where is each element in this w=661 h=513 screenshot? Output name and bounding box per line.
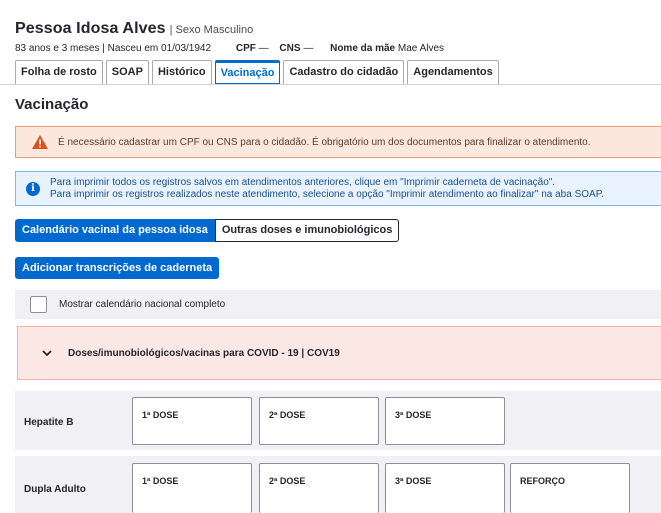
dose-card[interactable]: 3ª DOSE xyxy=(385,463,505,513)
cns-label: CNS xyxy=(279,43,301,54)
chevron-down-icon xyxy=(42,348,52,358)
vaccine-row-hepatite-b: Hepatite B 1ª DOSE 2ª DOSE 3ª DOSE xyxy=(15,391,661,450)
info-line-2: Para imprimir os registros realizados ne… xyxy=(50,188,604,200)
tab-agendamentos[interactable]: Agendamentos xyxy=(407,60,499,84)
cpf-value: — xyxy=(258,43,269,54)
dose-card[interactable]: 2ª DOSE xyxy=(259,397,379,445)
other-doses-segment-button[interactable]: Outras doses e imunobiológicos xyxy=(214,219,400,242)
covid-accordion-label: Doses/imunobiológicos/vacinas para COVID… xyxy=(68,347,340,359)
dose-card[interactable]: REFORÇO xyxy=(510,463,630,513)
info-line-1: Para imprimir todos os registros salvos … xyxy=(50,176,556,188)
cns-value: — xyxy=(303,43,314,54)
calendar-toggle: Calendário vacinal da pessoa idosa Outra… xyxy=(15,219,400,242)
show-full-calendar-checkbox[interactable] xyxy=(30,296,47,313)
info-alert: i Para imprimir todos os registros salvo… xyxy=(15,171,661,206)
add-transcriptions-button[interactable]: Adicionar transcrições de caderneta xyxy=(15,257,220,279)
dose-card[interactable]: 2ª DOSE xyxy=(259,463,379,513)
warning-triangle-icon xyxy=(32,135,48,149)
show-full-calendar-label: Mostrar calendário nacional completo xyxy=(59,299,226,310)
info-circle-icon: i xyxy=(26,181,40,196)
section-title: Vacinação xyxy=(15,96,89,113)
show-calendar-bar: Mostrar calendário nacional completo xyxy=(15,290,661,319)
tab-folha-de-rosto[interactable]: Folha de rosto xyxy=(15,60,103,84)
patient-info: 83 anos e 3 meses | Nasceu em 01/03/1942… xyxy=(15,43,444,54)
dose-card[interactable]: 1ª DOSE xyxy=(132,463,252,513)
mother-label: Nome da mãe xyxy=(330,43,396,54)
vaccine-name: Hepatite B xyxy=(24,417,74,428)
tab-vacinacao[interactable]: Vacinação xyxy=(214,60,281,84)
covid-accordion[interactable]: Doses/imunobiológicos/vacinas para COVID… xyxy=(17,326,661,380)
vaccine-name: Dupla Adulto xyxy=(24,484,86,495)
patient-age-birth: 83 anos e 3 meses | Nasceu em 01/03/1942 xyxy=(15,43,212,54)
calendar-segment-button[interactable]: Calendário vacinal da pessoa idosa xyxy=(15,219,215,242)
dose-card[interactable]: 3ª DOSE xyxy=(385,397,505,445)
warning-text: É necessário cadastrar um CPF ou CNS par… xyxy=(58,136,591,148)
warning-alert: É necessário cadastrar um CPF ou CNS par… xyxy=(15,126,661,158)
patient-header: Pessoa Idosa Alves | Sexo Masculino xyxy=(15,20,253,38)
cpf-label: CPF xyxy=(235,43,256,54)
dose-card[interactable]: 1ª DOSE xyxy=(132,397,252,445)
tab-bar: Folha de rosto SOAP Histórico Vacinação … xyxy=(15,60,502,84)
tabs-divider xyxy=(0,84,661,85)
vaccine-row-dupla-adulto: Dupla Adulto 1ª DOSE 2ª DOSE 3ª DOSE REF… xyxy=(15,456,661,513)
tab-cadastro-do-cidadao[interactable]: Cadastro do cidadão xyxy=(283,60,405,84)
patient-sex: | Sexo Masculino xyxy=(169,24,254,36)
mother-value: Mae Alves xyxy=(397,43,445,54)
tab-historico[interactable]: Histórico xyxy=(151,60,212,84)
patient-name: Pessoa Idosa Alves xyxy=(15,20,166,37)
tab-soap[interactable]: SOAP xyxy=(105,60,149,84)
